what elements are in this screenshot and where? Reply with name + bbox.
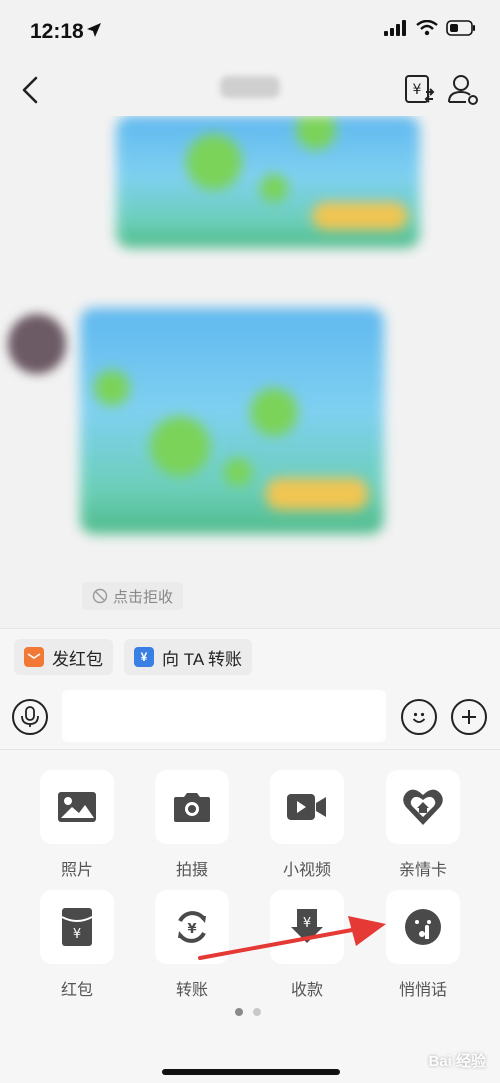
function-panel: 照片 拍摄 小视频 亲情卡 ¥ 红包 ¥ 转账 ¥ 收款 悄悄话 [0,750,500,1083]
message-card [80,308,384,534]
status-bar: 12:18 [0,0,500,64]
svg-text:¥: ¥ [413,82,422,98]
watermark: Bai 经验 [428,1053,486,1070]
signal-icon [384,20,406,36]
location-arrow-icon [87,23,101,37]
refuse-label: 点击拒收 [113,588,174,606]
smile-icon [412,712,426,723]
page-dot [253,1008,261,1016]
panel-item-label: 悄悄话 [398,982,447,999]
svg-text:¥: ¥ [73,927,81,942]
contact-name [220,76,280,98]
quick-label: 向 TA 转账 [162,649,242,669]
refuse-button[interactable]: 点击拒收 [82,582,184,610]
microphone-icon [21,706,39,727]
input-row [0,684,500,750]
panel-item-label: 照片 [60,862,93,879]
transfer-to-ta-button[interactable]: ¥ 向 TA 转账 [124,639,252,675]
panel-item-whisper[interactable]: 悄悄话 [386,890,460,1000]
transfer-record-icon[interactable]: ¥ [402,72,436,106]
message-input[interactable] [62,690,386,742]
transfer-icon: ¥ [178,911,206,943]
panel-item-label: 红包 [60,982,93,999]
back-button[interactable] [16,72,48,108]
chat-area: 点击拒收 [0,116,500,628]
panel-item-red-packet[interactable]: ¥ 红包 [40,890,114,1000]
camera-icon [174,793,210,822]
panel-item-receive-money[interactable]: ¥ 收款 [270,890,344,1000]
photo-icon [58,792,96,822]
transfer-icon: ¥ [134,647,154,667]
plus-icon [462,710,476,724]
wifi-icon [416,20,438,36]
message-card [116,116,420,248]
avatar[interactable] [8,314,66,374]
quick-label: 发红包 [52,649,103,669]
panel-item-label: 收款 [290,982,323,999]
block-icon [92,588,108,604]
whisper-icon [405,909,441,945]
video-icon [287,794,326,820]
page-indicator[interactable] [235,1008,261,1016]
svg-text:¥: ¥ [303,916,311,931]
panel-item-camera[interactable]: 拍摄 [155,770,229,880]
page-dot-active [235,1008,243,1016]
nav-bar: ¥ [0,64,500,116]
panel-item-label: 小视频 [282,862,331,879]
panel-item-photo[interactable]: 照片 [40,770,114,880]
battery-icon [446,20,475,36]
send-red-packet-button[interactable]: 发红包 [14,639,113,675]
more-button[interactable] [451,699,487,735]
quick-action-bar: 发红包 ¥ 向 TA 转账 [0,628,500,684]
contact-profile-icon[interactable] [446,72,480,106]
panel-item-video[interactable]: 小视频 [270,770,344,880]
panel-item-label: 转账 [175,982,208,999]
red-packet-icon: ¥ [61,908,93,946]
panel-item-label: 亲情卡 [398,862,447,879]
panel-item-transfer[interactable]: ¥ 转账 [155,890,229,1000]
red-packet-icon [24,647,44,667]
family-card-icon [403,789,443,825]
panel-item-label: 拍摄 [175,862,208,879]
emoji-button[interactable] [401,699,437,735]
svg-text:¥: ¥ [187,922,196,937]
home-indicator[interactable] [162,1069,340,1075]
status-time: 12:18 [30,20,84,43]
receive-money-icon: ¥ [291,909,323,943]
panel-item-family-card[interactable]: 亲情卡 [386,770,460,880]
voice-button[interactable] [12,699,48,735]
